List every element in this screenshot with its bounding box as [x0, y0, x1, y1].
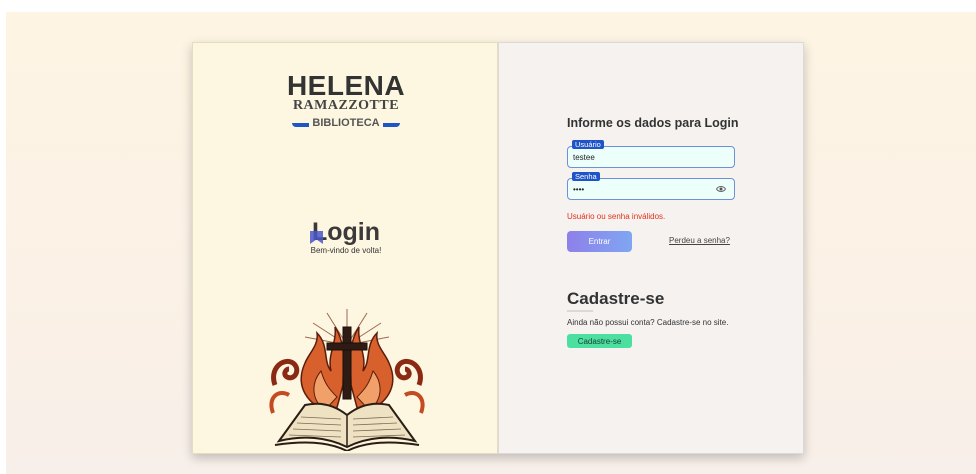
- login-form-title: Informe os dados para Login: [567, 116, 739, 130]
- username-field[interactable]: Usuário testee: [567, 140, 735, 168]
- username-label: Usuário: [572, 140, 604, 149]
- page-background: HELENA RAMAZZOTTE BIBLIOTECA Login Bem-v…: [6, 12, 976, 474]
- bookmark-icon: [309, 231, 323, 244]
- password-field[interactable]: Senha ••••: [567, 172, 735, 200]
- password-value: ••••: [573, 185, 585, 194]
- library-logo: HELENA RAMAZZOTTE BIBLIOTECA: [193, 70, 499, 131]
- forgot-password-link[interactable]: Perdeu a senha?: [669, 236, 730, 245]
- register-title: Cadastre-se: [567, 289, 665, 308]
- register-text: Ainda não possui conta? Cadastre-se no s…: [567, 318, 729, 327]
- login-card: HELENA RAMAZZOTTE BIBLIOTECA Login Bem-v…: [192, 42, 804, 454]
- hero-subtitle: Bem-vindo de volta!: [310, 246, 382, 255]
- eye-icon[interactable]: [716, 185, 726, 193]
- register-divider: [567, 310, 593, 312]
- login-button[interactable]: Entrar: [567, 231, 632, 252]
- logo-line-2: RAMAZZOTTE: [292, 98, 400, 113]
- form-panel: Informe os dados para Login Usuário test…: [498, 42, 804, 454]
- password-label: Senha: [572, 172, 600, 181]
- register-button[interactable]: Cadastre-se: [567, 334, 632, 348]
- error-message: Usuário ou senha inválidos.: [567, 212, 666, 221]
- username-value: testee: [573, 153, 595, 162]
- logo-line-3: BIBLIOTECA: [292, 116, 400, 130]
- logo-line-1: HELENA: [286, 70, 406, 101]
- bible-cross-flames-illustration: [269, 309, 425, 451]
- brand-panel: HELENA RAMAZZOTTE BIBLIOTECA Login Bem-v…: [192, 42, 498, 454]
- hero: Login Bem-vindo de volta!: [193, 219, 499, 255]
